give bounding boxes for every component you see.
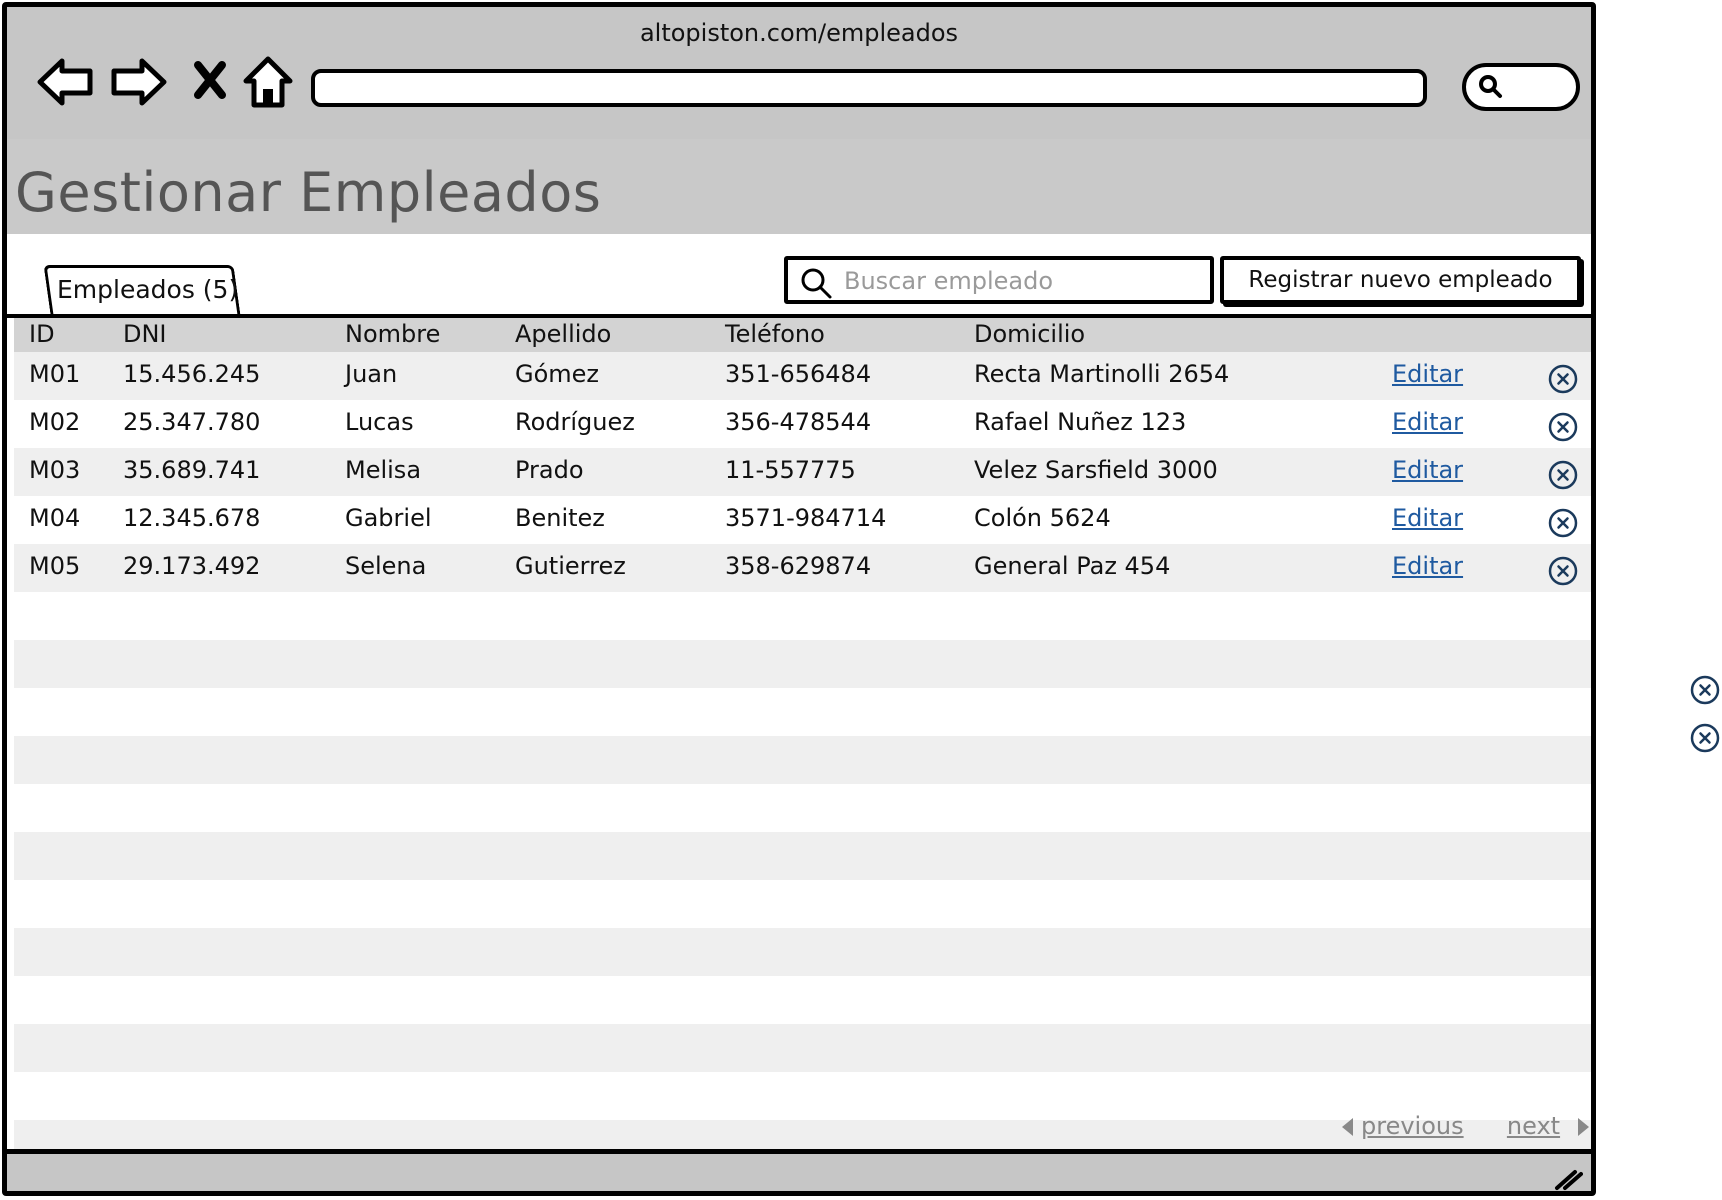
empty-row	[14, 592, 1591, 640]
cell-nombre: Selena	[345, 552, 427, 580]
empty-row	[14, 736, 1591, 784]
delete-icon[interactable]	[1548, 412, 1578, 448]
search-icon	[1479, 75, 1502, 98]
tab-empleados-label[interactable]: Empleados (5)	[57, 275, 238, 304]
cell-apellido: Gómez	[515, 360, 600, 388]
delete-icon[interactable]	[1690, 723, 1720, 753]
address-bar[interactable]	[311, 69, 1427, 107]
column-header-domicilio[interactable]: Domicilio	[974, 320, 1085, 348]
cell-dni: 25.347.780	[123, 408, 261, 436]
cell-id: M04	[29, 504, 81, 532]
cell-telefono: 358-629874	[725, 552, 872, 580]
empty-row	[14, 784, 1591, 832]
delete-icon[interactable]	[1548, 508, 1578, 544]
browser-window: altopiston.com/empleados Gestionar Emple…	[2, 2, 1596, 1196]
search-input[interactable]	[842, 264, 1206, 298]
edit-link[interactable]: Editar	[1392, 456, 1463, 484]
delete-icon[interactable]	[1548, 364, 1578, 400]
employees-table: ID DNI Nombre Apellido Teléfono Domicili…	[14, 318, 1591, 1150]
delete-icon[interactable]	[1690, 675, 1720, 705]
cell-dni: 35.689.741	[123, 456, 261, 484]
table-row[interactable]: M02 25.347.780 Lucas Rodríguez 356-47854…	[14, 400, 1591, 448]
browser-search-button[interactable]	[1462, 63, 1580, 111]
cell-domicilio: Recta Martinolli 2654	[974, 360, 1230, 388]
page-title: Gestionar Empleados	[15, 161, 602, 224]
cell-nombre: Juan	[345, 360, 398, 388]
home-icon[interactable]	[237, 53, 299, 111]
cell-id: M01	[29, 360, 81, 388]
next-arrow-icon[interactable]	[1578, 1118, 1590, 1136]
cell-nombre: Lucas	[345, 408, 414, 436]
forward-arrow-icon[interactable]	[107, 53, 169, 111]
cell-id: M02	[29, 408, 81, 436]
back-arrow-icon[interactable]	[35, 53, 97, 111]
column-header-nombre[interactable]: Nombre	[345, 320, 440, 348]
register-employee-button[interactable]: Registrar nuevo empleado	[1220, 256, 1581, 304]
cell-nombre: Melisa	[345, 456, 422, 484]
empty-row	[14, 832, 1591, 880]
cell-apellido: Gutierrez	[515, 552, 626, 580]
empty-row	[14, 928, 1591, 976]
cell-id: M05	[29, 552, 81, 580]
column-header-apellido[interactable]: Apellido	[515, 320, 611, 348]
resize-grip-icon[interactable]	[1551, 1166, 1583, 1192]
empty-row	[14, 880, 1591, 928]
cell-id: M03	[29, 456, 81, 484]
edit-link[interactable]: Editar	[1392, 408, 1463, 436]
next-link[interactable]: next	[1507, 1112, 1560, 1140]
table-row[interactable]: M03 35.689.741 Melisa Prado 11-557775 Ve…	[14, 448, 1591, 496]
cell-telefono: 356-478544	[725, 408, 872, 436]
empty-row	[14, 688, 1591, 736]
search-icon	[801, 268, 832, 299]
delete-icon[interactable]	[1548, 556, 1578, 592]
cell-dni: 29.173.492	[123, 552, 261, 580]
cell-domicilio: Rafael Nuñez 123	[974, 408, 1187, 436]
cell-domicilio: Velez Sarsfield 3000	[974, 456, 1218, 484]
close-icon[interactable]	[179, 53, 241, 111]
url-title: altopiston.com/empleados	[639, 19, 959, 47]
status-bar	[7, 1149, 1591, 1192]
delete-icon[interactable]	[1548, 460, 1578, 496]
cell-apellido: Prado	[515, 456, 584, 484]
cell-telefono: 3571-984714	[725, 504, 887, 532]
empty-row	[14, 1024, 1591, 1072]
search-field[interactable]	[784, 256, 1214, 304]
table-row[interactable]: M01 15.456.245 Juan Gómez 351-656484 Rec…	[14, 352, 1591, 400]
cell-dni: 15.456.245	[123, 360, 261, 388]
cell-apellido: Rodríguez	[515, 408, 635, 436]
empty-row	[14, 976, 1591, 1024]
cell-domicilio: General Paz 454	[974, 552, 1171, 580]
column-header-id[interactable]: ID	[29, 320, 55, 348]
page-header: Gestionar Empleados	[7, 139, 1591, 234]
cell-apellido: Benitez	[515, 504, 605, 532]
previous-link[interactable]: previous	[1361, 1112, 1464, 1140]
table-row[interactable]: M05 29.173.492 Selena Gutierrez 358-6298…	[14, 544, 1591, 592]
table-header: ID DNI Nombre Apellido Teléfono Domicili…	[14, 318, 1591, 352]
cell-telefono: 351-656484	[725, 360, 872, 388]
empty-row	[14, 640, 1591, 688]
edit-link[interactable]: Editar	[1392, 552, 1463, 580]
edit-link[interactable]: Editar	[1392, 360, 1463, 388]
pagination: previous next	[1342, 1112, 1590, 1140]
column-header-dni[interactable]: DNI	[123, 320, 167, 348]
cell-telefono: 11-557775	[725, 456, 856, 484]
previous-arrow-icon[interactable]	[1342, 1118, 1353, 1136]
edit-link[interactable]: Editar	[1392, 504, 1463, 532]
table-row[interactable]: M04 12.345.678 Gabriel Benitez 3571-9847…	[14, 496, 1591, 544]
cell-nombre: Gabriel	[345, 504, 432, 532]
column-header-telefono[interactable]: Teléfono	[725, 320, 825, 348]
cell-dni: 12.345.678	[123, 504, 261, 532]
cell-domicilio: Colón 5624	[974, 504, 1111, 532]
browser-chrome: altopiston.com/empleados	[7, 7, 1591, 139]
